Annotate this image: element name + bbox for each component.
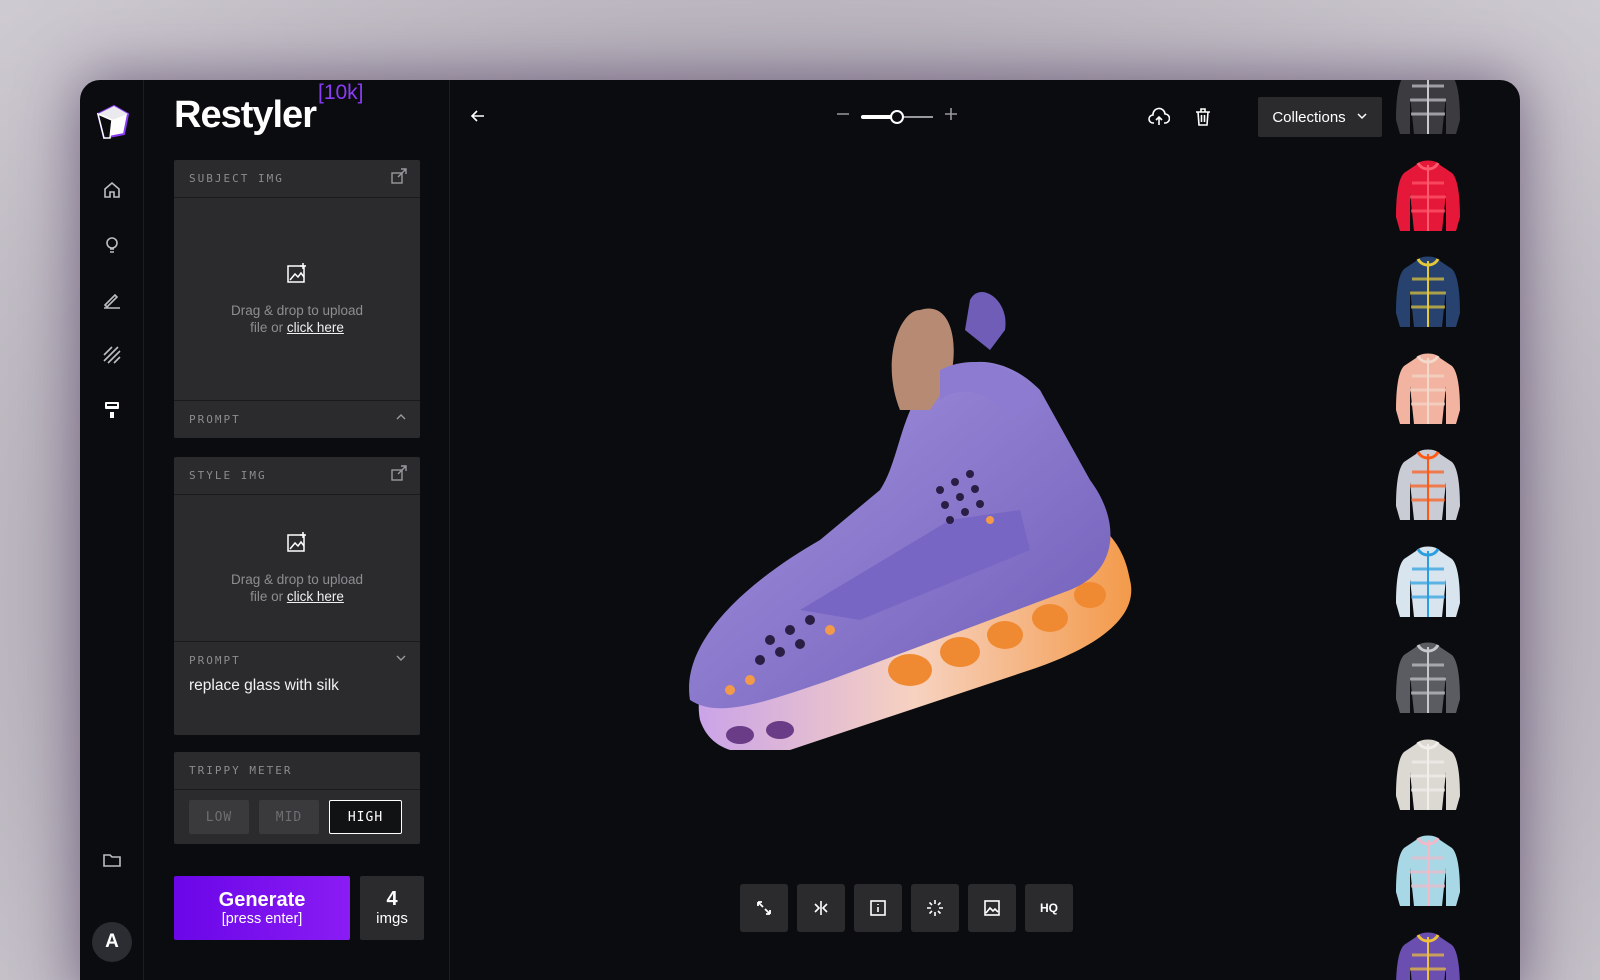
- collections-label: Collections: [1272, 108, 1346, 126]
- image-count-label: imgs: [376, 909, 408, 927]
- trash-icon[interactable]: [1192, 106, 1214, 133]
- trippy-meter-options: LOW MID HIGH: [174, 790, 420, 844]
- brand-badge: [10k]: [317, 81, 364, 105]
- gallery-thumb-9[interactable]: [1390, 832, 1466, 912]
- collections-dropdown[interactable]: Collections: [1258, 97, 1382, 137]
- lightbulb-icon[interactable]: [100, 233, 124, 257]
- paint-roller-icon[interactable]: [100, 398, 124, 422]
- back-arrow-icon[interactable]: [468, 106, 488, 131]
- zoom-control: [835, 106, 959, 127]
- image-add-icon: [286, 531, 308, 557]
- chevron-down-icon: [394, 651, 408, 670]
- subject-drop-line2: file or: [250, 320, 284, 335]
- chevron-up-icon: [394, 410, 408, 429]
- gallery-thumb-5[interactable]: [1390, 446, 1466, 526]
- style-card-header: STYLE IMG: [174, 457, 420, 495]
- image-count-value: 4: [386, 887, 398, 910]
- user-avatar[interactable]: A: [92, 922, 132, 962]
- gallery-thumb-7[interactable]: [1390, 639, 1466, 719]
- gallery-thumb-1[interactable]: [1390, 80, 1466, 140]
- mirror-icon[interactable]: [797, 884, 845, 932]
- trippy-meter-card: TRIPPY METER LOW MID HIGH: [174, 752, 420, 844]
- style-prompt-toggle[interactable]: PROMPT: [174, 641, 420, 679]
- gallery-thumb-8[interactable]: [1390, 736, 1466, 816]
- external-link-icon[interactable]: [390, 464, 408, 487]
- nav-rail: A: [80, 80, 144, 980]
- loading-spark-icon[interactable]: [911, 884, 959, 932]
- image-count-selector[interactable]: 4 imgs: [360, 876, 424, 940]
- cloud-upload-icon[interactable]: [1148, 106, 1171, 133]
- subject-card-header: SUBJECT IMG: [174, 160, 420, 198]
- image-add-icon: [286, 262, 308, 288]
- trippy-option-low[interactable]: LOW: [189, 800, 249, 834]
- generate-hint: [press enter]: [221, 910, 303, 927]
- control-panel: Restyler[10k] SUBJECT IMG Drag & drop to…: [144, 80, 450, 980]
- style-card: STYLE IMG Drag & drop to upload file or …: [174, 457, 420, 735]
- trippy-meter-header: TRIPPY METER: [174, 752, 420, 790]
- gallery-thumb-6[interactable]: [1390, 543, 1466, 623]
- gallery-thumb-10[interactable]: [1390, 929, 1466, 980]
- brand-title: Restyler[10k]: [174, 81, 364, 137]
- generate-button[interactable]: Generate [press enter]: [174, 876, 350, 940]
- app-window: A Restyler[10k] SUBJECT IMG Drag & drop …: [80, 80, 1520, 980]
- collection-gallery: [1396, 80, 1520, 980]
- style-drop-line1: Drag & drop to upload: [230, 572, 364, 587]
- trippy-meter-label: TRIPPY METER: [189, 764, 293, 777]
- style-label: STYLE IMG: [189, 469, 267, 482]
- brand-name: Restyler: [174, 94, 317, 136]
- subject-dropzone[interactable]: Drag & drop to upload file or click here: [174, 198, 420, 400]
- style-drop-line2: file or: [250, 589, 284, 604]
- info-icon[interactable]: [854, 884, 902, 932]
- generated-sneaker-image[interactable]: [650, 290, 1170, 754]
- app-logo-icon[interactable]: [90, 100, 134, 144]
- hatch-icon[interactable]: [100, 343, 124, 367]
- subject-drop-line1: Drag & drop to upload: [230, 303, 364, 318]
- zoom-slider[interactable]: [861, 108, 933, 126]
- canvas-area: Collections HQ: [450, 80, 1490, 980]
- image-icon[interactable]: [968, 884, 1016, 932]
- zoom-slider-handle[interactable]: [890, 109, 904, 124]
- style-click-here-link[interactable]: click here: [287, 589, 344, 604]
- generate-label: Generate: [218, 888, 306, 911]
- style-prompt-input[interactable]: replace glass with silk: [174, 677, 420, 695]
- external-link-icon[interactable]: [390, 167, 408, 190]
- style-prompt-label: PROMPT: [189, 654, 241, 667]
- home-icon[interactable]: [100, 178, 124, 202]
- pen-icon[interactable]: [100, 288, 124, 312]
- chevron-down-icon: [1356, 109, 1368, 126]
- trippy-option-high[interactable]: HIGH: [329, 800, 402, 834]
- gallery-thumb-2[interactable]: [1390, 157, 1466, 237]
- style-drop-line2-wrap: file or click here: [250, 588, 344, 605]
- folder-icon[interactable]: [100, 848, 124, 872]
- subject-label: SUBJECT IMG: [189, 172, 284, 185]
- subject-prompt-label: PROMPT: [189, 413, 241, 426]
- subject-drop-line2-wrap: file or click here: [250, 319, 344, 336]
- gallery-thumb-4[interactable]: [1390, 350, 1466, 430]
- subject-click-here-link[interactable]: click here: [287, 320, 344, 335]
- zoom-out-icon[interactable]: [835, 106, 851, 127]
- subject-card: SUBJECT IMG Drag & drop to upload file o…: [174, 160, 420, 438]
- subject-prompt-toggle[interactable]: PROMPT: [174, 400, 420, 438]
- image-toolbar: HQ: [740, 884, 1073, 932]
- trippy-option-mid[interactable]: MID: [259, 800, 319, 834]
- hq-button[interactable]: HQ: [1025, 884, 1073, 932]
- zoom-in-icon[interactable]: [943, 106, 959, 127]
- style-dropzone[interactable]: Drag & drop to upload file or click here: [174, 495, 420, 641]
- expand-icon[interactable]: [740, 884, 788, 932]
- gallery-thumb-3[interactable]: [1390, 253, 1466, 333]
